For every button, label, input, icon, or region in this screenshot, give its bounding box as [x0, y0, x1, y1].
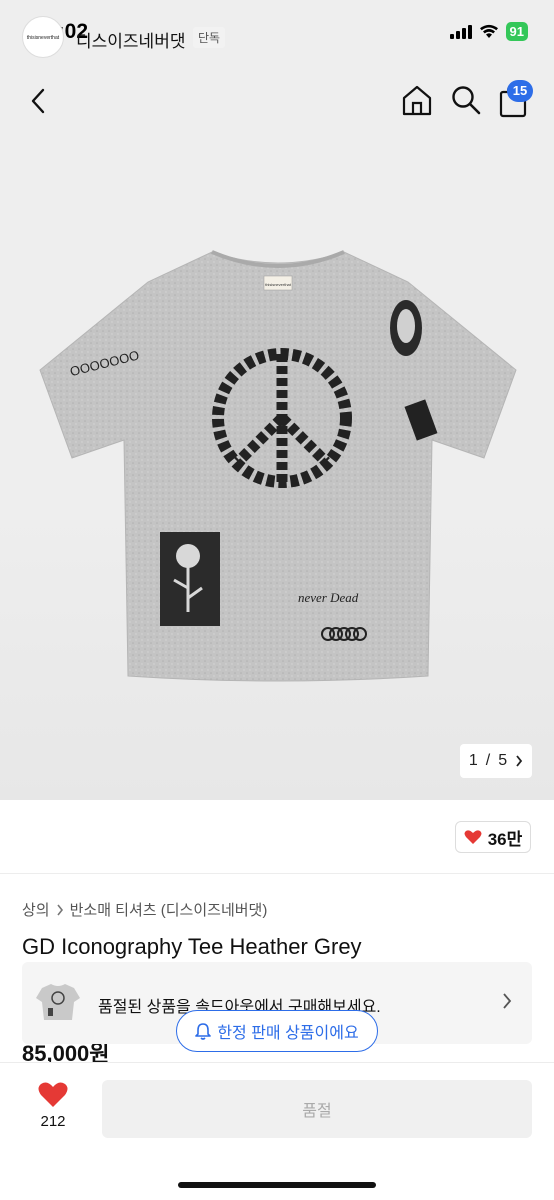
gallery-separator: /	[485, 752, 491, 769]
search-icon[interactable]	[450, 84, 482, 116]
brand-like-button[interactable]: 36만	[455, 821, 531, 853]
soldout-button[interactable]: 품절	[102, 1080, 532, 1138]
exclusive-tag: 단독	[193, 27, 226, 48]
bell-icon	[195, 1023, 212, 1040]
home-indicator	[178, 1182, 376, 1188]
gallery-pager[interactable]: 1 / 5	[460, 744, 532, 778]
heart-icon	[464, 830, 482, 844]
wishlist-heart-icon[interactable]	[38, 1081, 68, 1109]
brand-like-count: 36만	[487, 829, 523, 849]
breadcrumb-leaf[interactable]: 반소매 티셔츠 (디스이즈네버댓)	[70, 899, 268, 920]
home-icon[interactable]	[400, 84, 434, 116]
gallery-total: 5	[498, 752, 508, 769]
chevron-right-icon	[56, 904, 63, 915]
chevron-right-icon	[503, 993, 512, 1009]
gallery-current: 1	[468, 752, 478, 769]
sticker-print-text: never Dead	[298, 590, 359, 605]
product-tshirt-image: thisisneverthat OOOOOOO never Dead	[39, 250, 517, 682]
cart-count-badge: 15	[507, 80, 533, 102]
status-icons: 91	[449, 22, 528, 41]
battery-indicator: 91	[505, 22, 528, 41]
signal-icon	[449, 24, 472, 39]
product-title: GD Iconography Tee Heather Grey	[22, 934, 362, 959]
wishlist-count: 212	[40, 1113, 66, 1130]
limited-sale-text: 한정 판매 상품이에요	[217, 1025, 359, 1042]
neck-label-text: thisisneverthat	[265, 282, 292, 287]
limited-sale-pill: 한정 판매 상품이에요	[176, 1010, 378, 1052]
brand-name[interactable]: 디스이즈네버댓	[76, 27, 185, 52]
breadcrumb: 상의 반소매 티셔츠 (디스이즈네버댓)	[22, 899, 267, 920]
banner-product-thumbnail	[36, 984, 80, 1020]
back-icon[interactable]	[22, 86, 56, 116]
brand-logo[interactable]: thisisneverthat	[22, 16, 64, 58]
breadcrumb-root[interactable]: 상의	[22, 899, 50, 920]
chevron-right-icon	[516, 755, 523, 767]
wifi-icon	[479, 24, 498, 38]
